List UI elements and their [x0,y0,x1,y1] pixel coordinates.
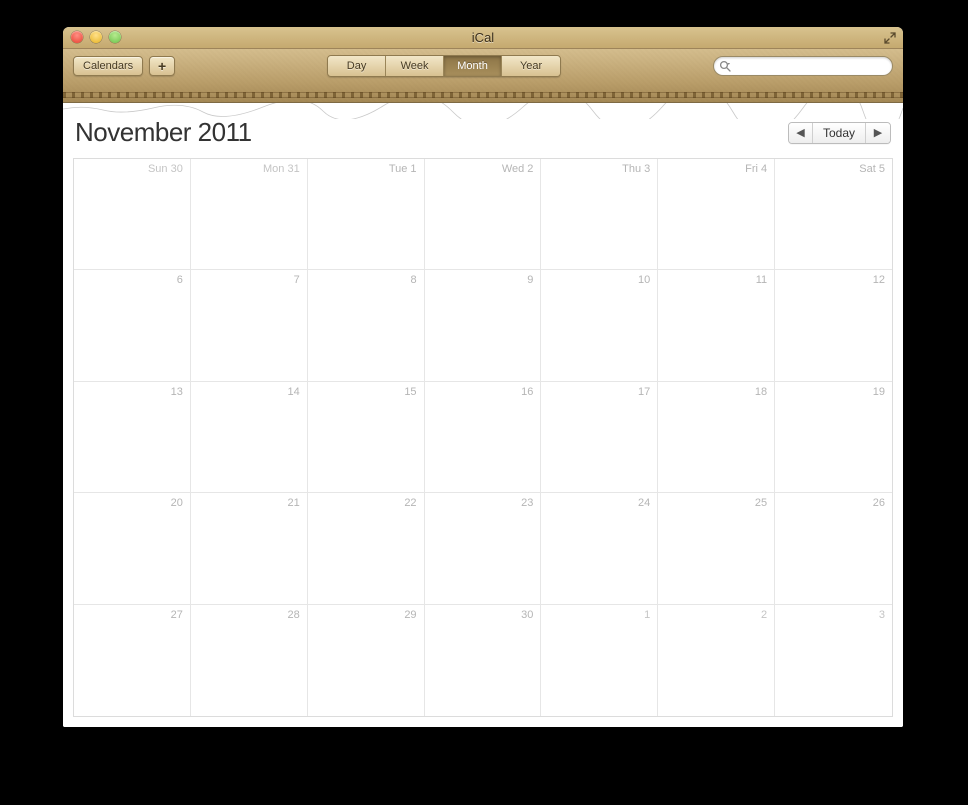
day-label: 18 [755,386,767,398]
day-label: 9 [527,274,533,286]
add-event-button[interactable]: + [149,56,175,76]
day-cell[interactable]: 29 [308,605,425,716]
day-cell[interactable]: 18 [658,382,775,493]
day-label: 27 [171,609,183,621]
day-cell[interactable]: 7 [191,270,308,381]
day-cell[interactable]: Wed 2 [425,159,542,270]
day-label: 23 [521,497,533,509]
day-cell[interactable]: 30 [425,605,542,716]
day-cell[interactable]: 10 [541,270,658,381]
day-cell[interactable]: 12 [775,270,892,381]
day-label: 16 [521,386,533,398]
day-cell[interactable]: 15 [308,382,425,493]
day-cell[interactable]: 16 [425,382,542,493]
view-segmented-control: Day Week Month Year [327,55,561,77]
day-label: 20 [171,497,183,509]
prev-month-button[interactable]: ◀ [789,123,813,143]
day-label: 14 [287,386,299,398]
next-month-button[interactable]: ▶ [866,123,890,143]
day-label: 26 [873,497,885,509]
day-cell[interactable]: Thu 3 [541,159,658,270]
month-name: November [75,117,191,147]
day-label: 12 [873,274,885,286]
day-label: 22 [404,497,416,509]
day-label: 1 [644,609,650,621]
app-window: iCal Calendars + Day Week Month Year [63,27,903,727]
day-cell[interactable]: 2 [658,605,775,716]
day-cell[interactable]: Fri 4 [658,159,775,270]
day-label: 11 [756,274,767,286]
day-label: 30 [521,609,533,621]
day-cell[interactable]: Sat 5 [775,159,892,270]
search-field [713,56,893,76]
day-cell[interactable]: 8 [308,270,425,381]
leather-stitching [63,92,903,98]
day-cell[interactable]: 21 [191,493,308,604]
day-cell[interactable]: 22 [308,493,425,604]
day-cell[interactable]: 1 [541,605,658,716]
day-cell[interactable]: 14 [191,382,308,493]
view-year-button[interactable]: Year [502,56,560,76]
day-label: 7 [294,274,300,286]
day-label: Sat 5 [859,163,885,175]
content-header: November 2011 ◀ Today ▶ [73,117,893,148]
day-label: Fri 4 [745,163,767,175]
fullscreen-icon[interactable] [883,31,897,45]
day-cell[interactable]: 3 [775,605,892,716]
view-day-button[interactable]: Day [328,56,386,76]
today-button[interactable]: Today [813,123,866,143]
window-minimize-button[interactable] [90,31,102,43]
month-year-title: November 2011 [75,117,252,148]
day-label: 10 [638,274,650,286]
day-cell[interactable]: 6 [74,270,191,381]
titlebar: iCal [63,27,903,49]
view-month-button[interactable]: Month [444,56,502,76]
view-week-button[interactable]: Week [386,56,444,76]
traffic-lights [71,31,121,43]
day-cell[interactable]: 27 [74,605,191,716]
day-label: 24 [638,497,650,509]
window-title: iCal [63,27,903,49]
day-cell[interactable]: Tue 1 [308,159,425,270]
day-cell[interactable]: 28 [191,605,308,716]
day-label: Tue 1 [389,163,417,175]
month-grid[interactable]: Sun 30 Mon 31 Tue 1 Wed 2 Thu 3 Fri 4 Sat 5 6 7 8… [73,158,893,717]
day-label: 6 [177,274,183,286]
day-cell[interactable]: 20 [74,493,191,604]
day-label: 15 [404,386,416,398]
day-label: Mon 31 [263,163,300,175]
window-close-button[interactable] [71,31,83,43]
day-label: 2 [761,609,767,621]
day-cell[interactable]: Mon 31 [191,159,308,270]
day-cell[interactable]: 26 [775,493,892,604]
search-input[interactable] [713,56,893,76]
day-label: 21 [287,497,299,509]
calendars-button[interactable]: Calendars [73,56,143,76]
day-label: 3 [879,609,885,621]
day-label: 17 [638,386,650,398]
day-label: Thu 3 [622,163,650,175]
day-cell[interactable]: 13 [74,382,191,493]
day-label: Sun 30 [148,163,183,175]
day-label: 8 [410,274,416,286]
day-cell[interactable]: 24 [541,493,658,604]
day-cell[interactable]: 11 [658,270,775,381]
day-label: 29 [404,609,416,621]
month-nav: ◀ Today ▶ [788,122,891,144]
day-label: 28 [287,609,299,621]
day-label: 13 [171,386,183,398]
day-cell[interactable]: 9 [425,270,542,381]
year-number: 2011 [198,117,252,147]
day-cell[interactable]: 17 [541,382,658,493]
day-cell[interactable]: 23 [425,493,542,604]
day-cell[interactable]: 19 [775,382,892,493]
calendar-content: November 2011 ◀ Today ▶ Sun 30Mon 31Tue … [63,103,903,727]
day-label: Wed 2 [502,163,534,175]
toolbar: Calendars + Day Week Month Year [63,49,903,103]
day-label: 19 [873,386,885,398]
day-cell[interactable]: Sun 30 [74,159,191,270]
window-zoom-button[interactable] [109,31,121,43]
day-cell[interactable]: 25 [658,493,775,604]
day-label: 25 [755,497,767,509]
